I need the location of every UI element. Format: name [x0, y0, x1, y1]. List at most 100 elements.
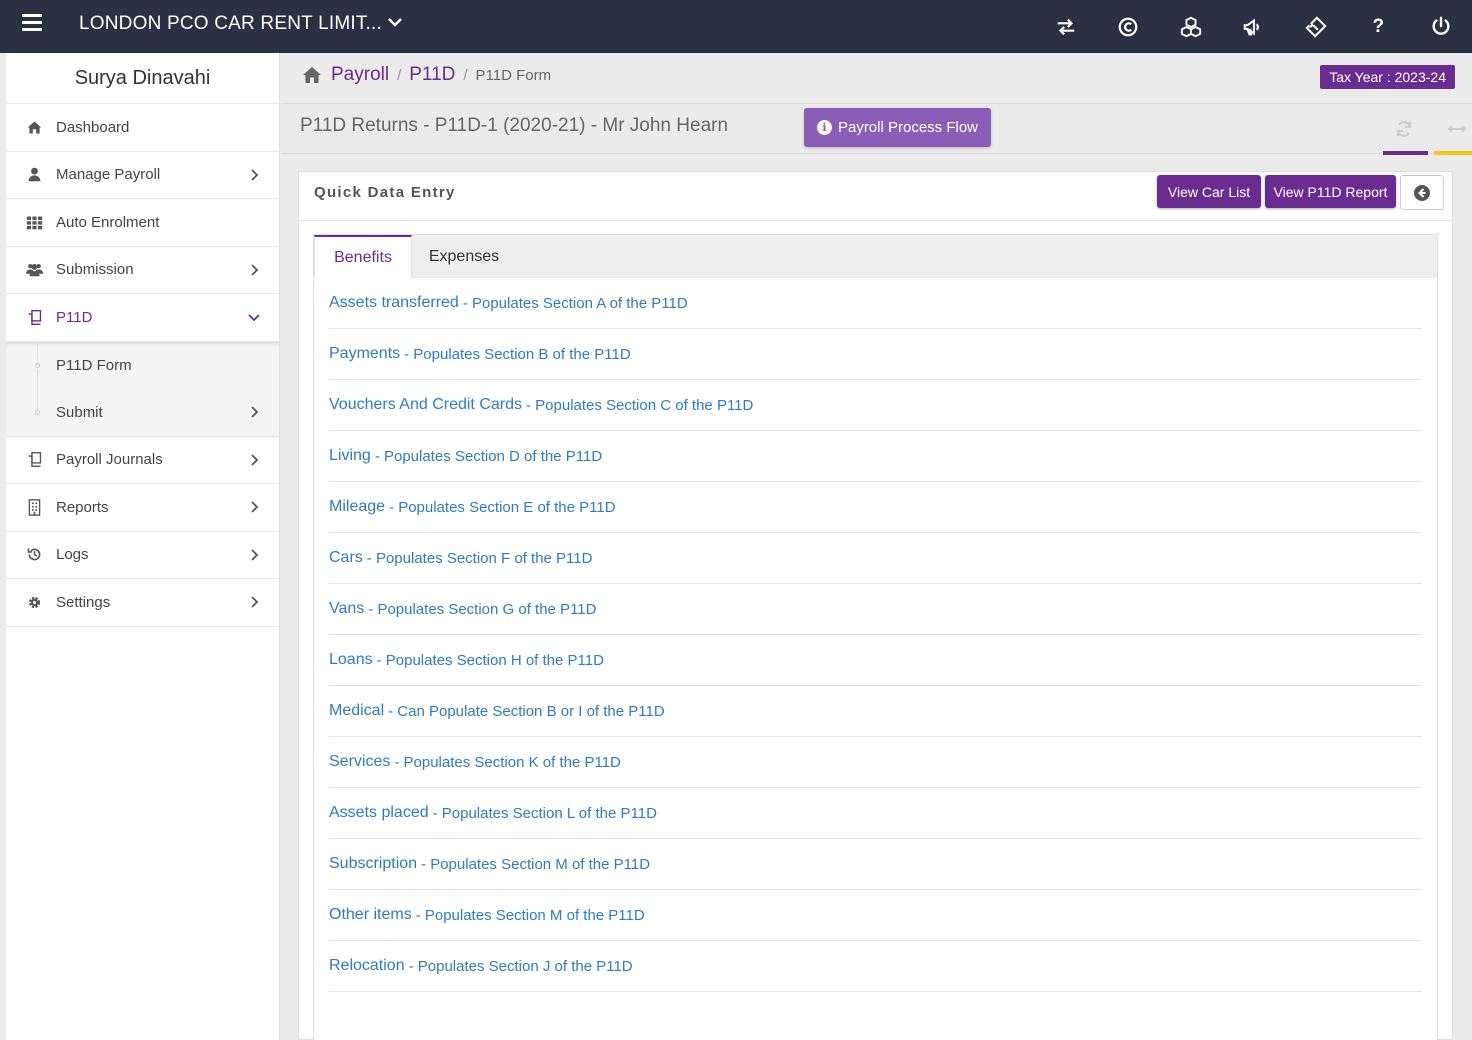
cubes-icon[interactable] [1160, 0, 1223, 53]
hamburger-menu-icon[interactable] [22, 14, 42, 32]
sidebar-user-name: Surya Dinavahi [6, 53, 279, 104]
sidebar-subitem-label: P11D Form [56, 356, 132, 374]
benefit-desc: - Populates Section B of the P11D [404, 345, 631, 363]
home-icon [24, 118, 44, 136]
history-icon [24, 546, 44, 564]
benefit-vouchers[interactable]: Vouchers And Credit Cards - Populates Sec… [329, 380, 1422, 431]
tab-benefits[interactable]: Benefits [314, 235, 412, 279]
benefit-title: Other items [329, 906, 412, 923]
benefit-medical[interactable]: Medical - Can Populate Section B or I of … [329, 686, 1422, 737]
help-icon[interactable]: ? [1347, 0, 1410, 53]
breadcrumb-separator: / [397, 66, 402, 84]
breadcrumb-bar: Payroll / P11D / P11D Form Tax Year : 20… [281, 53, 1472, 104]
benefit-desc: - Populates Section K of the P11D [394, 753, 621, 771]
company-name: LONDON PCO CAR RENT LIMIT... [79, 13, 382, 34]
chevron-right-icon [251, 168, 259, 181]
info-icon: i [816, 120, 832, 135]
home-icon[interactable] [301, 65, 323, 85]
tree-dot [35, 362, 40, 368]
benefit-loans[interactable]: Loans - Populates Section H of the P11D [329, 635, 1422, 686]
sidebar-item-settings[interactable]: Settings [6, 579, 279, 627]
panel-title: Quick Data Entry [314, 184, 456, 201]
refresh-active-indicator [1383, 151, 1428, 155]
benefit-other-items[interactable]: Other items - Populates Section M of the … [329, 890, 1422, 941]
tree-dot [35, 409, 40, 415]
sidebar-item-auto-enrolment[interactable]: Auto Enrolment [6, 199, 279, 247]
benefit-assets-transferred[interactable]: Assets transferred - Populates Section A … [329, 278, 1422, 329]
refresh-icon[interactable] [1392, 118, 1416, 140]
page-title: P11D Returns - P11D-1 (2020-21) - Mr Joh… [300, 115, 729, 136]
arrow-circle-left-icon [1414, 184, 1430, 201]
benefit-title: Loans [329, 651, 373, 668]
benefit-desc: - Populates Section J of the P11D [408, 957, 633, 975]
benefit-title: Living [329, 447, 371, 464]
top-navbar: LONDON PCO CAR RENT LIMIT... ? [0, 0, 1472, 53]
benefit-title: Payments [329, 345, 401, 362]
chevron-right-icon [251, 405, 259, 418]
tax-year-badge: Tax Year : 2023-24 [1320, 65, 1455, 89]
tabs-container: Benefits Expenses Assets transferred - Po… [313, 234, 1438, 1040]
users-icon [24, 261, 44, 279]
benefit-mileage[interactable]: Mileage - Populates Section E of the P11D [329, 482, 1422, 533]
benefit-assets-placed[interactable]: Assets placed - Populates Section L of th… [329, 788, 1422, 839]
benefit-desc: - Populates Section H of the P11D [376, 651, 604, 669]
tab-expenses[interactable]: Expenses [414, 235, 514, 279]
power-icon[interactable] [1410, 0, 1472, 53]
transfer-icon[interactable] [1035, 0, 1098, 53]
breadcrumb-separator: / [463, 66, 468, 84]
benefit-cars[interactable]: Cars - Populates Section F of the P11D [329, 533, 1422, 584]
benefit-relocation[interactable]: Relocation - Populates Section J of the P… [329, 941, 1422, 992]
sidebar-item-label: Reports [56, 498, 109, 516]
benefit-desc: - Can Populate Section B or I of the P11… [388, 702, 665, 720]
benefit-desc: - Populates Section M of the P11D [415, 906, 645, 924]
chevron-right-icon [251, 596, 259, 608]
sidebar-item-p11d[interactable]: P11D [6, 294, 279, 342]
benefit-title: Mileage [329, 498, 386, 515]
benefit-title: Services [329, 753, 391, 770]
benefit-title: Assets transferred [329, 294, 459, 311]
sidebar-item-submission[interactable]: Submission [6, 247, 279, 294]
benefit-title: Cars [329, 549, 363, 566]
back-button[interactable] [1400, 175, 1444, 210]
sidebar-item-dashboard[interactable]: Dashboard [6, 104, 279, 152]
copy-icon [24, 451, 44, 469]
chevron-down-icon [388, 14, 402, 30]
payroll-process-flow-button[interactable]: i Payroll Process Flow [804, 108, 991, 147]
breadcrumb-p11d[interactable]: P11D [409, 64, 455, 86]
sidebar-item-reports[interactable]: Reports [6, 484, 279, 532]
benefit-desc: - Populates Section E of the P11D [389, 498, 616, 516]
ticket-icon[interactable] [1285, 0, 1348, 53]
sidebar-item-label: Auto Enrolment [56, 213, 160, 231]
sidebar-item-manage-payroll[interactable]: Manage Payroll [6, 152, 279, 199]
benefit-vans[interactable]: Vans - Populates Section G of the P11D [329, 584, 1422, 635]
gear-icon [24, 593, 44, 611]
building-icon [24, 498, 44, 516]
sidebar-subitem-label: Submit [56, 403, 103, 421]
benefit-title: Assets placed [329, 804, 429, 821]
sidebar-item-payroll-journals[interactable]: Payroll Journals [6, 437, 279, 484]
sidebar: Surya Dinavahi Dashboard Manage Payroll … [6, 53, 280, 1040]
benefit-desc: - Populates Section M of the P11D [421, 855, 651, 873]
benefit-payments[interactable]: Payments - Populates Section B of the P11… [329, 329, 1422, 380]
view-p11d-report-button[interactable]: View P11D Report [1265, 175, 1396, 208]
breadcrumb-payroll[interactable]: Payroll [331, 64, 389, 86]
benefit-title: Vouchers And Credit Cards [329, 396, 522, 413]
quick-data-entry-panel: Quick Data Entry View Car List View P11D… [298, 171, 1453, 1040]
sidebar-item-label: Dashboard [56, 118, 130, 136]
tree-line [37, 368, 38, 389]
chevron-right-icon [251, 501, 259, 513]
sidebar-item-logs[interactable]: Logs [6, 532, 279, 579]
expand-width-icon[interactable] [1445, 118, 1469, 140]
grid-icon [24, 213, 44, 231]
benefit-desc: - Populates Section G of the P11D [368, 600, 597, 618]
benefits-list: Assets transferred - Populates Section A … [314, 278, 1437, 1040]
benefit-services[interactable]: Services - Populates Section K of the P11… [329, 737, 1422, 788]
sidebar-subitem-p11d-form[interactable]: P11D Form [6, 341, 279, 389]
company-selector[interactable]: LONDON PCO CAR RENT LIMIT... [79, 13, 402, 35]
benefit-subscription[interactable]: Subscription - Populates Section M of the… [329, 839, 1422, 890]
benefit-living[interactable]: Living - Populates Section D of the P11D [329, 431, 1422, 482]
bullhorn-icon[interactable] [1222, 0, 1285, 53]
view-car-list-button[interactable]: View Car List [1157, 175, 1261, 208]
copyright-icon[interactable] [1097, 0, 1160, 53]
sidebar-subitem-submit[interactable]: Submit [6, 388, 279, 436]
